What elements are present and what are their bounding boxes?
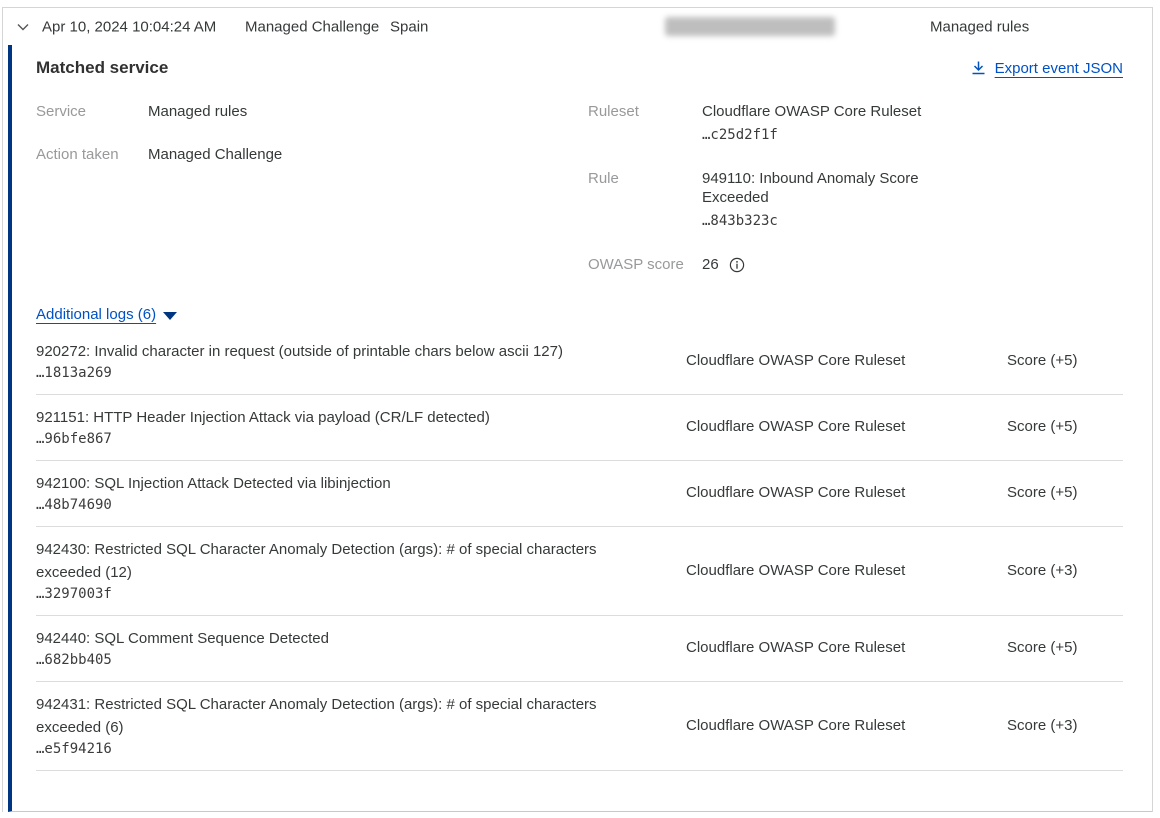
log-rule-description: 942430: Restricted SQL Character Anomaly… xyxy=(36,538,644,584)
additional-logs-table: 920272: Invalid character in request (ou… xyxy=(36,329,1123,771)
event-timestamp: Apr 10, 2024 10:04:24 AM xyxy=(42,18,216,35)
log-rule-description: 942100: SQL Injection Attack Detected vi… xyxy=(36,472,644,495)
log-ruleset-name: Cloudflare OWASP Core Ruleset xyxy=(686,562,1007,579)
rule-field: Rule 949110: Inbound Anomaly Score Excee… xyxy=(588,169,1123,231)
expanded-event-panel: Matched service Export event JSON Servic… xyxy=(8,45,1152,812)
log-score: Score (+3) xyxy=(1007,717,1123,734)
event-summary-row[interactable]: Apr 10, 2024 10:04:24 AM Managed Challen… xyxy=(3,8,1152,45)
service-field: Service Managed rules xyxy=(36,102,588,121)
export-event-json-link[interactable]: Export event JSON xyxy=(971,60,1123,77)
log-ruleset-name: Cloudflare OWASP Core Ruleset xyxy=(686,639,1007,656)
event-service: Managed rules xyxy=(930,18,1029,35)
log-row: 942440: SQL Comment Sequence Detected …6… xyxy=(36,616,1123,682)
ruleset-field: Ruleset Cloudflare OWASP Core Ruleset …c… xyxy=(588,102,1123,145)
panel-title: Matched service xyxy=(36,58,168,78)
log-rule-description: 920272: Invalid character in request (ou… xyxy=(36,340,644,363)
event-action: Managed Challenge xyxy=(245,18,379,35)
rule-label: Rule xyxy=(588,169,702,231)
log-row: 942431: Restricted SQL Character Anomaly… xyxy=(36,682,1123,771)
log-score: Score (+5) xyxy=(1007,484,1123,501)
log-score: Score (+5) xyxy=(1007,352,1123,369)
log-ruleset-name: Cloudflare OWASP Core Ruleset xyxy=(686,418,1007,435)
log-score: Score (+5) xyxy=(1007,418,1123,435)
log-rule-id-hash: …e5f94216 xyxy=(36,741,686,757)
log-rule-description: 921151: HTTP Header Injection Attack via… xyxy=(36,406,644,429)
ruleset-value: Cloudflare OWASP Core Ruleset xyxy=(702,103,921,120)
export-link-label: Export event JSON xyxy=(995,60,1123,77)
log-rule-id-hash: …3297003f xyxy=(36,586,686,602)
log-rule-id-hash: …48b74690 xyxy=(36,497,686,513)
caret-down-icon xyxy=(163,312,177,320)
log-ruleset-name: Cloudflare OWASP Core Ruleset xyxy=(686,484,1007,501)
log-score: Score (+3) xyxy=(1007,562,1123,579)
action-taken-value: Managed Challenge xyxy=(148,145,282,164)
service-label: Service xyxy=(36,102,148,121)
log-rule-id-hash: …1813a269 xyxy=(36,365,686,381)
action-taken-label: Action taken xyxy=(36,145,148,164)
service-value: Managed rules xyxy=(148,102,247,121)
log-rule-id-hash: …682bb405 xyxy=(36,652,686,668)
log-ruleset-name: Cloudflare OWASP Core Ruleset xyxy=(686,717,1007,734)
additional-logs-toggle[interactable]: Additional logs (6) xyxy=(36,306,1123,323)
log-score: Score (+5) xyxy=(1007,639,1123,656)
matched-service-details: Service Managed rules Action taken Manag… xyxy=(36,102,1123,298)
log-rule-description: 942440: SQL Comment Sequence Detected xyxy=(36,627,644,650)
log-rule-id-hash: …96bfe867 xyxy=(36,431,686,447)
additional-logs-link[interactable]: Additional logs (6) xyxy=(36,306,156,323)
ruleset-label: Ruleset xyxy=(588,102,702,145)
log-row: 921151: HTTP Header Injection Attack via… xyxy=(36,395,1123,461)
action-taken-field: Action taken Managed Challenge xyxy=(36,145,588,164)
ruleset-id-hash: …c25d2f1f xyxy=(702,126,921,145)
log-row: 942100: SQL Injection Attack Detected vi… xyxy=(36,461,1123,527)
rule-value: 949110: Inbound Anomaly Score Exceeded xyxy=(702,170,919,206)
download-icon xyxy=(971,60,986,76)
log-rule-description: 942431: Restricted SQL Character Anomaly… xyxy=(36,693,644,739)
event-detail-container: Apr 10, 2024 10:04:24 AM Managed Challen… xyxy=(2,7,1153,812)
chevron-down-icon[interactable] xyxy=(14,18,32,36)
owasp-score-value: 26 xyxy=(702,255,719,274)
info-icon[interactable] xyxy=(729,257,745,273)
owasp-score-label: OWASP score xyxy=(588,255,702,274)
log-row: 920272: Invalid character in request (ou… xyxy=(36,329,1123,395)
rule-id-hash: …843b323c xyxy=(702,212,952,231)
redacted-host-value xyxy=(665,17,835,36)
log-row: 942430: Restricted SQL Character Anomaly… xyxy=(36,527,1123,616)
owasp-score-field: OWASP score 26 xyxy=(588,255,1123,274)
event-country: Spain xyxy=(390,18,428,35)
log-ruleset-name: Cloudflare OWASP Core Ruleset xyxy=(686,352,1007,369)
